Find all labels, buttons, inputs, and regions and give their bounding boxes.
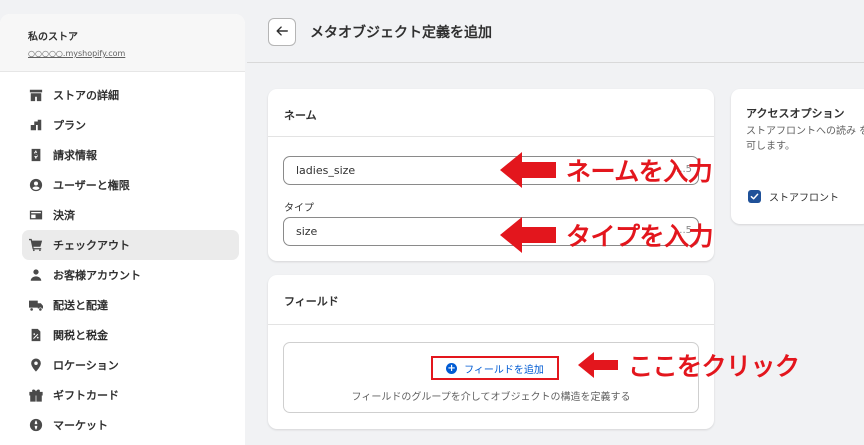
- card-divider: [268, 324, 714, 325]
- sidebar-item-label: 配送と配達: [53, 299, 108, 312]
- sidebar-item-shipping[interactable]: 配送と配達: [22, 290, 239, 320]
- annotation-type: タイプを入力: [500, 215, 714, 255]
- sidebar-item-gift-cards[interactable]: ギフトカード: [22, 380, 239, 410]
- name-card-title: ネーム: [284, 109, 317, 122]
- annotation-click: ここをクリック: [578, 347, 800, 383]
- globe-icon: [29, 418, 43, 432]
- tax-icon: [29, 328, 43, 342]
- sidebar-item-label: マーケット: [53, 419, 108, 432]
- user-icon: [29, 178, 43, 192]
- store-name: 私のストア: [28, 32, 78, 43]
- annotation-type-text: タイプを入力: [566, 222, 714, 251]
- type-label: タイプ: [284, 203, 314, 214]
- sidebar-item-label: ユーザーと権限: [53, 179, 130, 192]
- type-input-value: size: [296, 225, 318, 238]
- annotation-click-text: ここをクリック: [628, 352, 800, 381]
- left-arrow-icon: [500, 152, 556, 188]
- sidebar-item-label: ギフトカード: [53, 389, 119, 402]
- store-icon: [29, 88, 43, 102]
- add-field-button[interactable]: + フィールドを追加: [431, 356, 559, 380]
- settings-nav: ストアの詳細 プラン 請求情報 ユーザーと権限 決済 チェックアウト お客様アカ…: [0, 72, 245, 440]
- storefront-checkbox-row[interactable]: ストアフロント: [748, 189, 839, 204]
- access-options-card: アクセスオプション ストアフロントへの読み を許可します。 ストアフロント: [731, 89, 864, 224]
- sidebar-item-duties-taxes[interactable]: 関税と税金: [22, 320, 239, 350]
- location-icon: [29, 358, 43, 372]
- left-arrow-icon: [500, 217, 556, 253]
- sidebar-item-users[interactable]: ユーザーと権限: [22, 170, 239, 200]
- add-field-label: フィールドを追加: [464, 364, 544, 376]
- store-url[interactable]: ○○○○○.myshopify.com: [28, 49, 245, 58]
- access-card-title: アクセスオプション: [746, 107, 845, 120]
- billing-icon: [29, 148, 43, 162]
- sidebar-item-label: プラン: [53, 119, 86, 132]
- field-card-title: フィールド: [284, 295, 339, 308]
- sidebar-item-payments[interactable]: 決済: [22, 200, 239, 230]
- settings-sidebar: 私のストア ○○○○○.myshopify.com ストアの詳細 プラン 請求情…: [0, 14, 245, 445]
- sidebar-item-plan[interactable]: プラン: [22, 110, 239, 140]
- plus-circle-icon: +: [446, 362, 458, 374]
- sidebar-item-store-details[interactable]: ストアの詳細: [22, 80, 239, 110]
- sidebar-item-label: 関税と税金: [53, 329, 108, 342]
- sidebar-item-label: ストアの詳細: [53, 89, 119, 102]
- payment-icon: [29, 208, 43, 222]
- check-icon: [750, 193, 759, 200]
- page-header: メタオブジェクト定義を追加: [268, 18, 492, 46]
- page-title: メタオブジェクト定義を追加: [310, 25, 492, 41]
- sidebar-item-customer-accounts[interactable]: お客様アカウント: [22, 260, 239, 290]
- annotation-name: ネームを入力: [500, 150, 713, 190]
- sidebar-item-label: チェックアウト: [53, 239, 130, 252]
- storefront-checkbox[interactable]: [748, 190, 761, 203]
- left-arrow-icon: [578, 352, 618, 378]
- header-divider: [247, 62, 864, 63]
- arrow-left-icon: [275, 23, 289, 42]
- truck-icon: [29, 298, 43, 312]
- sidebar-item-markets[interactable]: マーケット: [22, 410, 239, 440]
- sidebar-item-locations[interactable]: ロケーション: [22, 350, 239, 380]
- plan-icon: [29, 118, 43, 132]
- sidebar-item-checkout[interactable]: チェックアウト: [22, 230, 239, 260]
- sidebar-item-label: お客様アカウント: [53, 269, 141, 282]
- customer-icon: [29, 268, 43, 282]
- sidebar-item-label: 請求情報: [53, 149, 97, 162]
- name-input-value: ladies_size: [296, 164, 356, 177]
- cart-icon: [29, 238, 43, 252]
- card-divider: [268, 136, 714, 137]
- store-header[interactable]: 私のストア ○○○○○.myshopify.com: [0, 14, 245, 72]
- sidebar-item-label: 決済: [53, 209, 75, 222]
- back-button[interactable]: [268, 18, 296, 46]
- annotation-name-text: ネームを入力: [566, 157, 713, 186]
- access-description: ストアフロントへの読み を許可します。: [746, 126, 864, 152]
- gift-icon: [29, 388, 43, 402]
- sidebar-item-billing[interactable]: 請求情報: [22, 140, 239, 170]
- storefront-label: ストアフロント: [769, 193, 839, 204]
- sidebar-item-label: ロケーション: [53, 359, 119, 372]
- field-description: フィールドのグループを介してオブジェクトの構造を定義する: [351, 392, 631, 403]
